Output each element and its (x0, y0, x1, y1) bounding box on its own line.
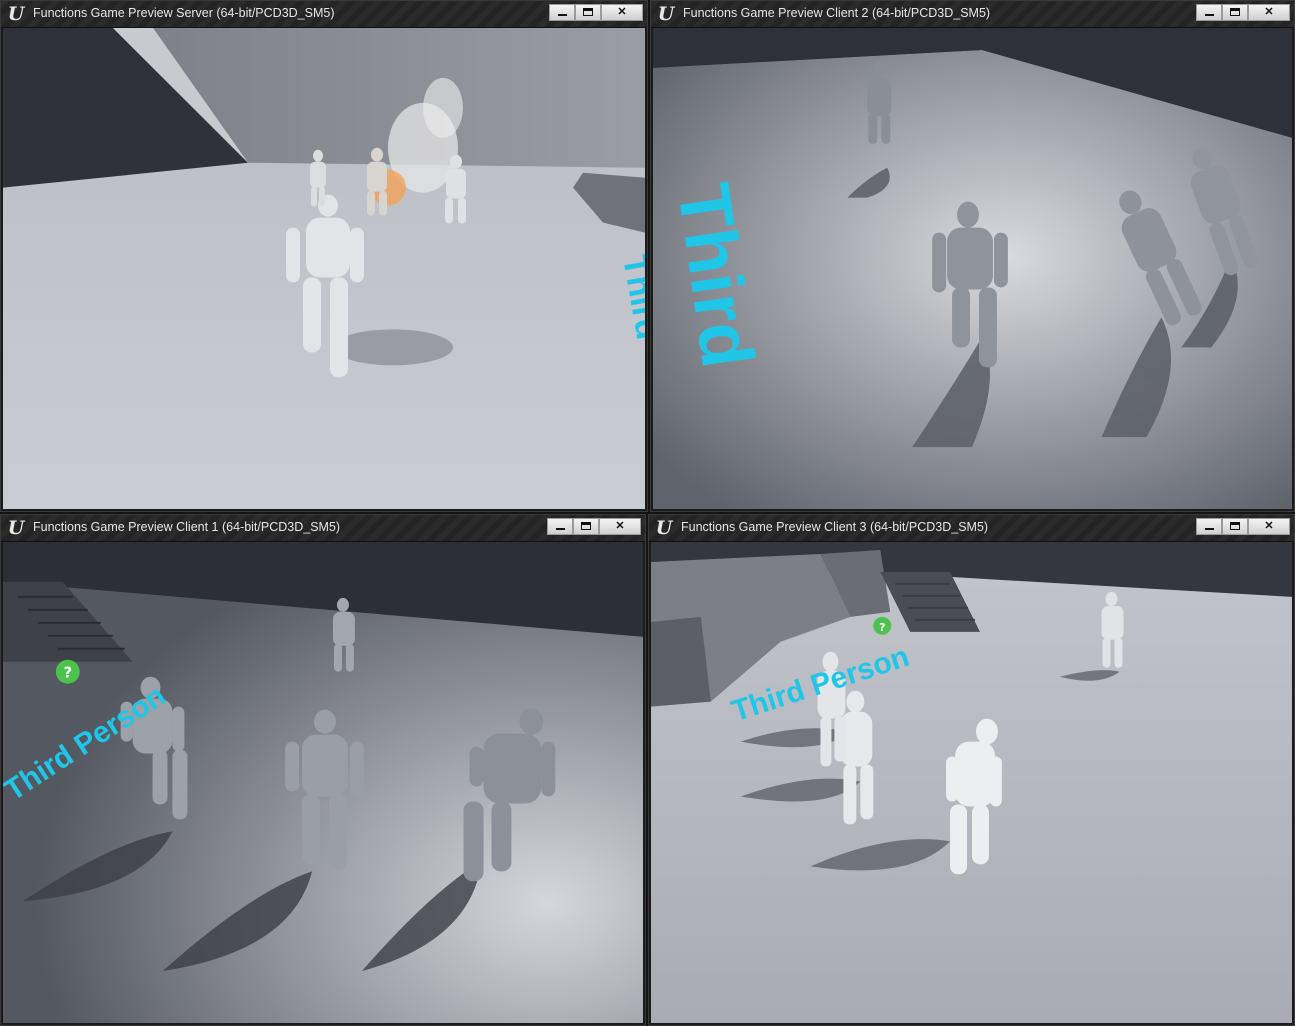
minimize-button[interactable] (1196, 4, 1222, 21)
server-scene: Third (3, 28, 645, 509)
client1-game-viewport[interactable]: ? Third Person (3, 542, 643, 1023)
client3-titlebar[interactable]: U Functions Game Preview Client 3 (64-bi… (649, 515, 1294, 542)
client2-window: U Functions Game Preview Client 2 (64-bi… (650, 0, 1295, 512)
client3-window: U Functions Game Preview Client 3 (64-bi… (648, 514, 1295, 1026)
close-icon: ✕ (1264, 520, 1274, 532)
close-button[interactable]: ✕ (1248, 518, 1290, 535)
minimize-button[interactable] (547, 518, 573, 535)
unreal-engine-logo-icon: U (655, 517, 673, 539)
minimize-button[interactable] (1196, 518, 1222, 535)
client2-game-viewport[interactable]: Third (653, 28, 1292, 509)
maximize-icon (1230, 8, 1240, 16)
unreal-engine-logo-icon: U (7, 3, 25, 25)
client1-window: U Functions Game Preview Client 1 (64-bi… (0, 514, 646, 1026)
server-game-viewport[interactable]: Third (3, 28, 645, 509)
close-button[interactable]: ✕ (601, 4, 643, 21)
window-title: Functions Game Preview Client 1 (64-bit/… (33, 520, 341, 534)
window-controls: ✕ (547, 518, 641, 535)
client3-game-viewport[interactable]: ? Third Person (651, 542, 1292, 1023)
maximize-button[interactable] (1222, 4, 1248, 21)
window-controls: ✕ (549, 4, 643, 21)
maximize-icon (583, 8, 593, 16)
close-icon: ✕ (617, 6, 627, 18)
window-title: Functions Game Preview Server (64-bit/PC… (33, 6, 335, 20)
client1-scene: ? Third Person (3, 542, 643, 1023)
client2-titlebar[interactable]: U Functions Game Preview Client 2 (64-bi… (651, 1, 1294, 28)
window-controls: ✕ (1196, 518, 1290, 535)
server-titlebar[interactable]: U Functions Game Preview Server (64-bit/… (1, 1, 647, 28)
minimize-icon (558, 14, 567, 16)
maximize-button[interactable] (1222, 518, 1248, 535)
close-icon: ✕ (615, 520, 625, 532)
svg-text:?: ? (63, 664, 72, 682)
close-button[interactable]: ✕ (1248, 4, 1290, 21)
client3-scene: ? Third Person (651, 542, 1292, 1023)
window-title: Functions Game Preview Client 2 (64-bit/… (683, 6, 991, 20)
minimize-icon (556, 528, 565, 530)
maximize-icon (581, 522, 591, 530)
unreal-engine-logo-icon: U (657, 3, 675, 25)
minimize-icon (1205, 14, 1214, 16)
svg-text:?: ? (879, 621, 885, 634)
maximize-button[interactable] (573, 518, 599, 535)
maximize-button[interactable] (575, 4, 601, 21)
window-title: Functions Game Preview Client 3 (64-bit/… (681, 520, 989, 534)
minimize-icon (1205, 528, 1214, 530)
server-window: U Functions Game Preview Server (64-bit/… (0, 0, 648, 512)
maximize-icon (1230, 522, 1240, 530)
minimize-button[interactable] (549, 4, 575, 21)
close-button[interactable]: ✕ (599, 518, 641, 535)
client1-titlebar[interactable]: U Functions Game Preview Client 1 (64-bi… (1, 515, 645, 542)
window-controls: ✕ (1196, 4, 1290, 21)
unreal-engine-logo-icon: U (7, 517, 25, 539)
client2-scene: Third (653, 28, 1292, 509)
close-icon: ✕ (1264, 6, 1274, 18)
